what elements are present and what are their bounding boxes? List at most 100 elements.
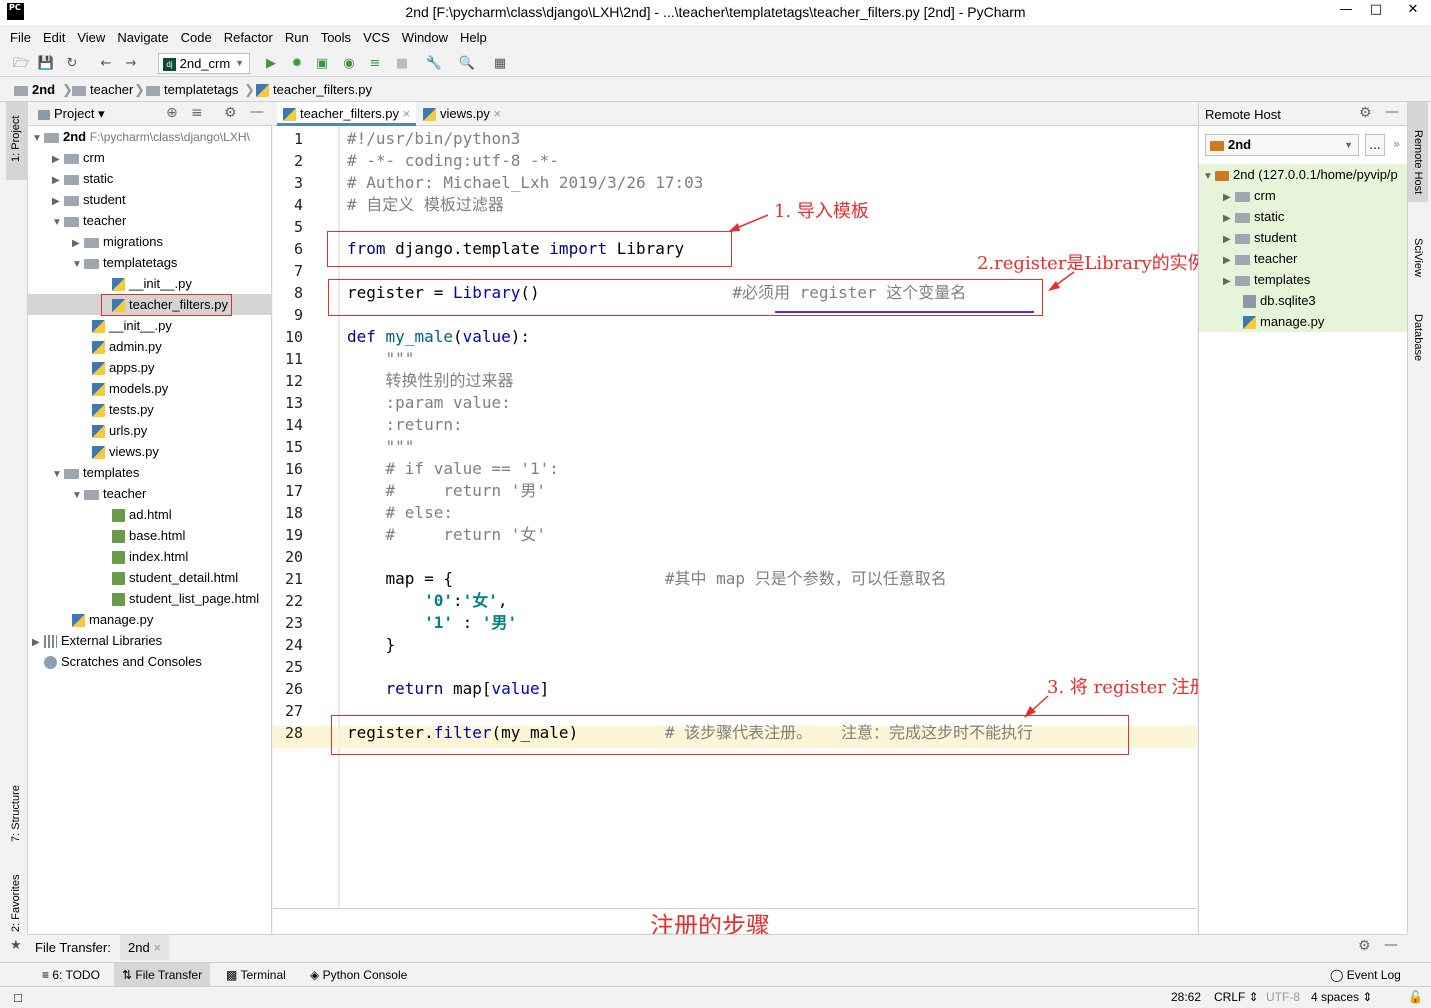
caret-position[interactable]: 28:62 (1171, 990, 1201, 1004)
tree-item[interactable]: student_list_page.html (112, 588, 259, 609)
save-icon[interactable]: 💾 (37, 55, 55, 73)
menu-file[interactable]: File (0, 25, 37, 50)
lock-icon[interactable]: 🔓 (1408, 990, 1423, 1004)
close-tab-icon[interactable]: × (153, 940, 161, 955)
remote-tree-item[interactable]: ▶ teacher (1223, 248, 1297, 269)
remote-tree-item[interactable]: db.sqlite3 (1243, 290, 1316, 311)
gear-icon[interactable]: ⚙ (1358, 938, 1371, 954)
open-folder-icon[interactable]: 🗁 (12, 55, 30, 73)
tree-item[interactable]: student_detail.html (112, 567, 238, 588)
favorites-stripe-label[interactable]: 2: Favorites (10, 875, 22, 932)
tree-item[interactable]: manage.py (72, 609, 153, 630)
tree-item[interactable]: ▼ templates (52, 462, 139, 483)
file-encoding[interactable]: UTF-8 (1266, 990, 1300, 1004)
coverage-icon[interactable]: ▣ (313, 55, 331, 73)
close-button[interactable]: ✕ (1395, 0, 1431, 22)
project-stripe-label[interactable]: 1: Project (10, 116, 22, 162)
tree-item[interactable]: tests.py (92, 399, 154, 420)
minimize-button[interactable]: — (1331, 0, 1361, 22)
tree-item[interactable]: ▶ External Libraries (32, 630, 162, 651)
remote-tree-item[interactable]: ▶ crm (1223, 185, 1276, 206)
gear-icon[interactable]: ⚙ (1359, 105, 1372, 121)
menu-run[interactable]: Run (279, 25, 315, 50)
run-icon[interactable]: ▶ (262, 55, 280, 73)
back-icon[interactable]: ← (97, 55, 115, 73)
stop-icon[interactable]: ■ (393, 55, 411, 73)
breadcrumb-item[interactable]: teacher_filters.py (256, 82, 372, 98)
expand-icon[interactable]: » (1393, 137, 1400, 151)
close-tab-icon[interactable]: × (493, 106, 501, 121)
breadcrumb-item[interactable]: teacher (72, 82, 133, 97)
remote-tree-item[interactable]: ▶ static (1223, 206, 1284, 227)
tree-item[interactable]: views.py (92, 441, 159, 462)
more-button[interactable]: ... (1365, 134, 1385, 156)
forward-icon[interactable]: → (122, 55, 140, 73)
breadcrumb-item[interactable]: 2nd (14, 82, 55, 97)
close-tab-icon[interactable]: × (403, 106, 411, 121)
hide-icon[interactable]: — (1385, 104, 1399, 120)
toggle-tool-windows-icon[interactable]: □ (14, 990, 22, 1005)
menu-vcs[interactable]: VCS (357, 25, 396, 50)
hide-icon[interactable]: — (250, 104, 264, 120)
remote-tree-root[interactable]: ▼ 2nd (127.0.0.1/home/pyvip/p (1203, 164, 1398, 185)
tree-item[interactable]: admin.py (92, 336, 162, 357)
remote-tree-item[interactable]: manage.py (1243, 311, 1324, 332)
star-icon[interactable]: ★ (10, 938, 22, 953)
tab-teacher-filters[interactable]: teacher_filters.py × (277, 102, 417, 126)
tree-item-selected[interactable]: teacher_filters.py (112, 294, 228, 315)
tree-item[interactable]: base.html (112, 525, 185, 546)
tree-item[interactable]: Scratches and Consoles (44, 651, 202, 672)
tree-item[interactable]: __init__.py (92, 315, 172, 336)
tree-item[interactable]: index.html (112, 546, 188, 567)
database-stripe-label[interactable]: Database (1412, 314, 1424, 361)
project-view-select[interactable]: Project ▾ (38, 106, 105, 122)
indent-setting[interactable]: 4 spaces ⇕ (1311, 990, 1372, 1004)
tree-item[interactable]: ▶ static (52, 168, 113, 189)
python-console-tab[interactable]: ◈ Python Console (306, 963, 411, 987)
settings-wrench-icon[interactable]: 🔧 (425, 55, 443, 73)
tree-item[interactable]: __init__.py (112, 273, 192, 294)
tree-item[interactable]: apps.py (92, 357, 155, 378)
tree-item[interactable]: ▼ templatetags (72, 252, 177, 273)
debug-icon[interactable]: ✹ (288, 55, 306, 73)
tree-item[interactable]: urls.py (92, 420, 147, 441)
structure-stripe-label[interactable]: 7: Structure (10, 785, 22, 842)
tab-views[interactable]: views.py × (417, 102, 507, 126)
menu-help[interactable]: Help (454, 25, 493, 50)
terminal-icon[interactable]: ▦ (491, 55, 509, 73)
remote-host-stripe-label[interactable]: Remote Host (1412, 130, 1424, 194)
menu-refactor[interactable]: Refactor (218, 25, 279, 50)
tree-item[interactable]: ▼ teacher (72, 483, 146, 504)
tree-item[interactable]: ▶ crm (52, 147, 105, 168)
gear-icon[interactable]: ⚙ (224, 105, 237, 121)
hide-icon[interactable]: — (1384, 937, 1398, 953)
remote-tree-item[interactable]: ▶ student (1223, 227, 1297, 248)
tree-item[interactable]: ad.html (112, 504, 172, 525)
sync-icon[interactable]: ↻ (63, 55, 81, 73)
sciview-stripe-label[interactable]: SciView (1412, 238, 1424, 277)
file-transfer-tool-tab[interactable]: ⇅ File Transfer (114, 963, 211, 987)
tree-item[interactable]: ▶ student (52, 189, 126, 210)
remote-tree-item[interactable]: ▶ templates (1223, 269, 1310, 290)
concurrency-icon[interactable]: ≡ (366, 55, 384, 73)
event-log-tab[interactable]: ◯ Event Log (1326, 963, 1405, 987)
profile-icon[interactable]: ◉ (340, 55, 358, 73)
menu-tools[interactable]: Tools (315, 25, 357, 50)
collapse-icon[interactable]: ≡ (191, 105, 203, 121)
tree-root[interactable]: ▼ 2nd F:\pycharm\class\django\LXH\ (32, 126, 250, 147)
todo-tab[interactable]: ≡ 6: TODO (38, 963, 104, 987)
search-icon[interactable]: 🔍 (458, 55, 476, 73)
menu-window[interactable]: Window (396, 25, 454, 50)
file-transfer-tab[interactable]: 2nd × (120, 935, 169, 960)
menu-code[interactable]: Code (175, 25, 218, 50)
menu-edit[interactable]: Edit (37, 25, 71, 50)
menu-navigate[interactable]: Navigate (111, 25, 174, 50)
maximize-button[interactable]: □ (1361, 0, 1391, 22)
run-config-select[interactable]: dj 2nd_crm ▼ (158, 53, 250, 74)
line-separator[interactable]: CRLF ⇕ (1214, 990, 1259, 1004)
locate-icon[interactable]: ⊕ (166, 105, 178, 121)
tree-item[interactable]: models.py (92, 378, 168, 399)
breadcrumb-item[interactable]: templatetags (146, 82, 238, 97)
terminal-tab[interactable]: ▩ Terminal (222, 963, 290, 987)
server-select[interactable]: 2nd ▼ (1205, 134, 1359, 156)
